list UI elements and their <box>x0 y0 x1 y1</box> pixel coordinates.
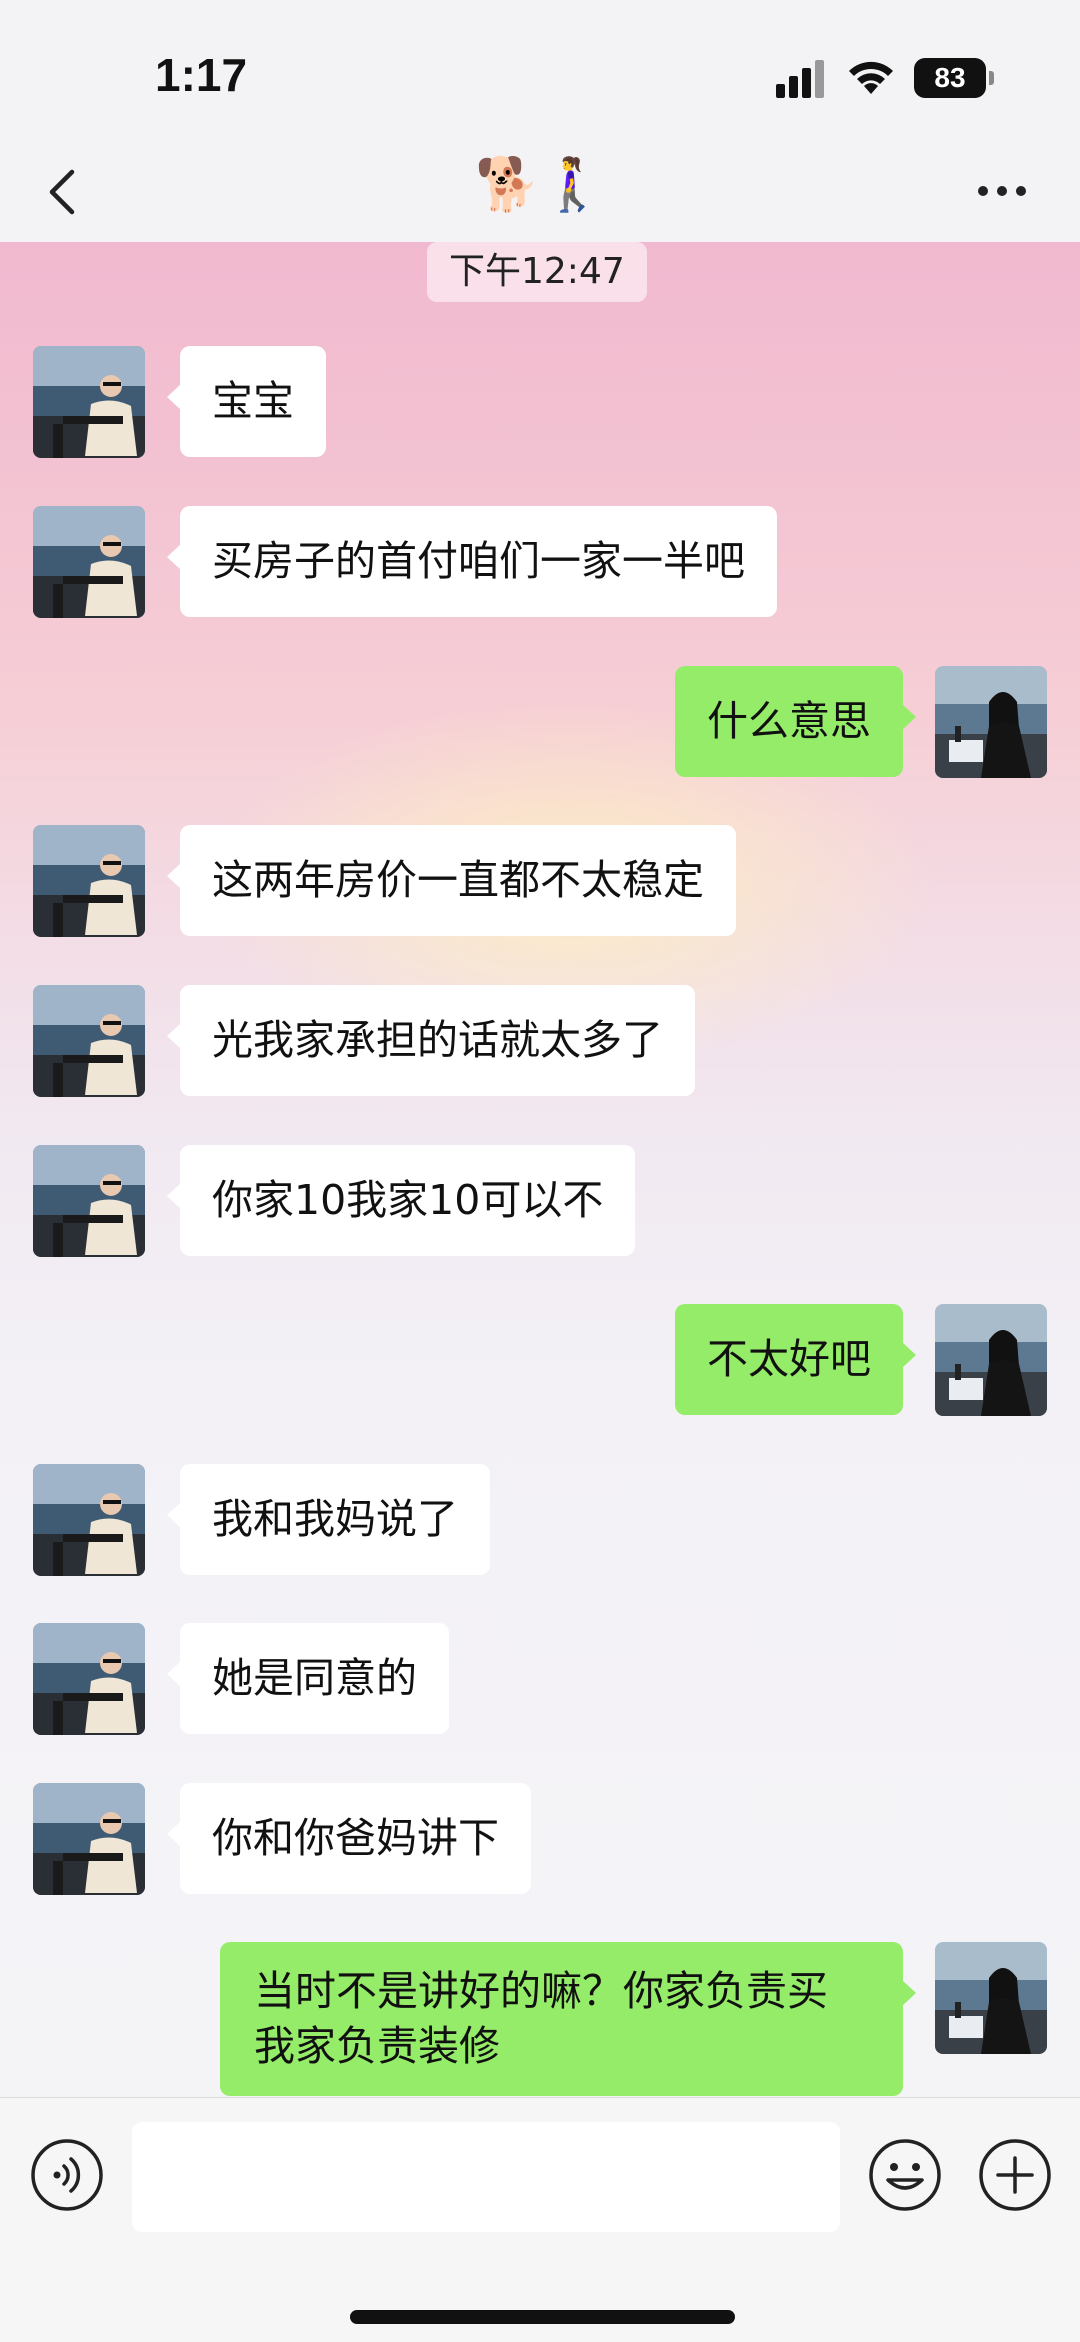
message-bubble[interactable]: 不太好吧 <box>675 1304 916 1415</box>
message-bubble[interactable]: 光我家承担的话就太多了 <box>167 985 695 1096</box>
voice-icon[interactable] <box>30 2138 104 2212</box>
avatar[interactable] <box>33 506 145 618</box>
avatar[interactable] <box>33 1783 145 1895</box>
status-time: 1:17 <box>155 49 248 101</box>
avatar[interactable] <box>935 1304 1047 1416</box>
message-bubble[interactable]: 你和你爸妈讲下 <box>167 1783 531 1894</box>
wifi-icon <box>849 61 893 94</box>
time-stamp: 下午12:47 <box>427 242 647 302</box>
avatar[interactable] <box>935 1942 1047 2054</box>
message-bubble[interactable]: 当时不是讲好的嘛？你家负责买 我家负责装修 <box>220 1942 916 2096</box>
message-bubble[interactable]: 这两年房价一直都不太稳定 <box>167 825 736 936</box>
home-indicator <box>350 2310 735 2324</box>
avatar[interactable] <box>33 346 145 458</box>
battery-icon: 83 <box>914 58 994 98</box>
message-bubble[interactable]: 我和我妈说了 <box>167 1464 490 1575</box>
nav-bar: 🐕🚶‍♀️ <box>0 150 1080 242</box>
avatar[interactable] <box>33 1623 145 1735</box>
avatar[interactable] <box>935 666 1047 778</box>
back-icon[interactable] <box>42 160 82 220</box>
input-bar <box>0 2097 1080 2342</box>
signal-icon <box>776 60 824 98</box>
message-bubble[interactable]: 她是同意的 <box>167 1623 449 1734</box>
emoji-icon[interactable] <box>868 2138 942 2212</box>
message-bubble[interactable]: 宝宝 <box>167 346 326 457</box>
more-icon[interactable] <box>972 176 1032 206</box>
chat-title: 🐕🚶‍♀️ <box>475 155 605 215</box>
message-bubble[interactable]: 什么意思 <box>675 666 916 777</box>
avatar[interactable] <box>33 985 145 1097</box>
status-bar: 1:17 83 <box>0 0 1080 150</box>
message-bubble[interactable]: 你家10我家10可以不 <box>166 1145 636 1256</box>
avatar[interactable] <box>33 1145 145 1257</box>
avatar[interactable] <box>33 825 145 937</box>
avatar[interactable] <box>33 1464 145 1576</box>
message-bubble[interactable]: 买房子的首付咱们一家一半吧 <box>167 506 777 617</box>
plus-icon[interactable] <box>978 2138 1052 2212</box>
chat-area[interactable]: 下午12:47 宝宝 买房子的首付咱们一家一半吧 什么意思 这两年房价一直都不太… <box>0 242 1080 2097</box>
message-input[interactable] <box>132 2122 840 2232</box>
